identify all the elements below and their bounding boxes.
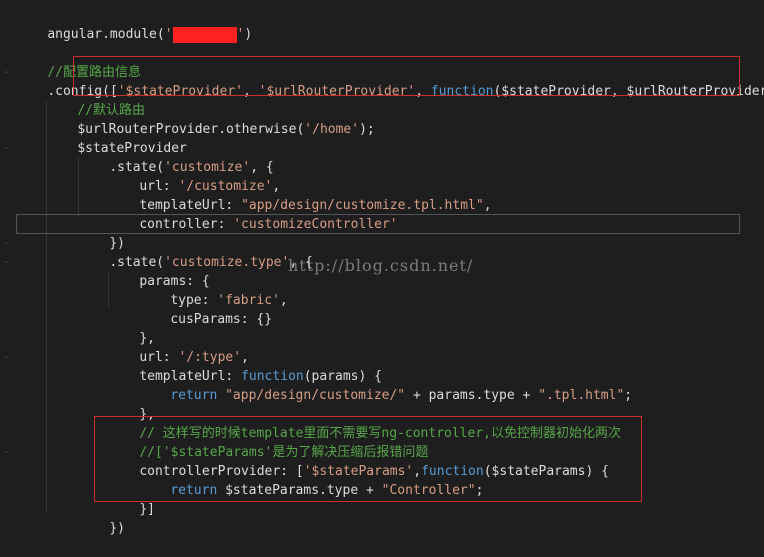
- fold-marker[interactable]: -: [3, 348, 9, 367]
- fold-marker[interactable]: -: [3, 234, 9, 253]
- code-line-state-customize-type: .state('customize.type', {: [109, 255, 313, 270]
- fold-marker[interactable]: -: [3, 253, 9, 272]
- code-line-url: url: '/customize',: [139, 179, 281, 194]
- code-line-params: params: {: [139, 274, 210, 289]
- code-editor[interactable]: angular.module(' ') //配置路由信息 - .config(['…: [0, 0, 764, 536]
- code-line-templateurl: templateUrl: "app/design/customize.tpl.h…: [139, 198, 492, 213]
- fold-marker[interactable]: -: [3, 63, 9, 82]
- code-line-params-close: },: [139, 331, 155, 346]
- watermark: http://blog.csdn.net/: [288, 256, 474, 275]
- code-line-fn-close: },: [139, 407, 155, 422]
- code-line-type: type: 'fabric',: [170, 293, 288, 308]
- code-line-templateurl-fn: templateUrl: function(params) {: [139, 369, 382, 384]
- code-line-return: return "app/design/customize/" + params.…: [170, 388, 633, 403]
- redacted-module-name: [172, 26, 237, 43]
- code-line-otherwise: $urlRouterProvider.otherwise('/home');: [77, 122, 375, 137]
- code-line-cusparams: cusParams: {}: [170, 312, 273, 327]
- code-line-state-close: }): [109, 236, 125, 251]
- code-line-url-type: url: '/:type',: [139, 350, 249, 365]
- highlight-box-controllerprovider: [94, 416, 642, 502]
- code-line-last: }): [109, 521, 125, 536]
- code-line-controller: controller: 'customizeController': [139, 217, 398, 232]
- code-line-stateprovider: $stateProvider: [77, 141, 187, 156]
- fold-marker[interactable]: -: [3, 443, 9, 462]
- fold-marker[interactable]: -: [3, 139, 9, 158]
- code-line-state-customize: .state('customize', {: [109, 160, 274, 175]
- code-line-1: angular.module(' '): [47, 26, 253, 43]
- highlight-box-config: [73, 56, 740, 96]
